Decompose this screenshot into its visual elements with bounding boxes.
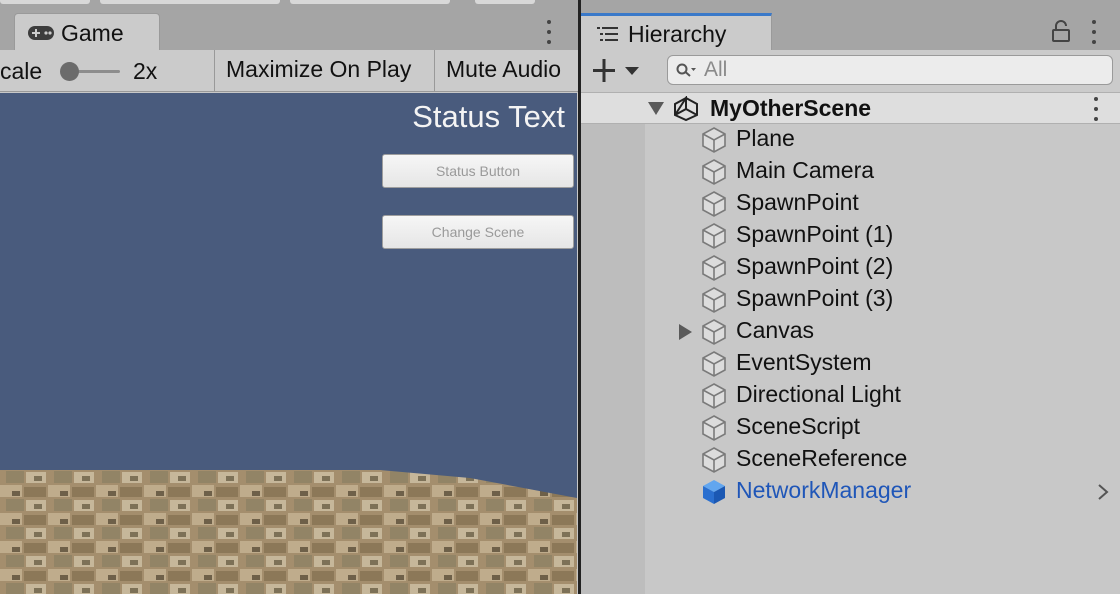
change-scene-button[interactable]: Change Scene <box>382 215 574 249</box>
hierarchy-item-label: Main Camera <box>736 157 875 183</box>
gameobject-icon <box>702 319 726 345</box>
tab-game[interactable]: Game <box>14 13 160 50</box>
hierarchy-item-label: SpawnPoint (1) <box>736 221 894 247</box>
gameobject-icon <box>702 351 726 377</box>
gamepad-icon <box>28 26 54 40</box>
scene-name: MyOtherScene <box>710 95 872 121</box>
game-panel: Game cale 2x Maximize On Play Mute Audio <box>0 0 578 594</box>
game-tab-bar: Game <box>0 0 578 50</box>
game-toolbar: cale 2x Maximize On Play Mute Audio <box>0 50 578 92</box>
game-view[interactable]: Status Text Status Button Change Scene <box>0 93 577 594</box>
list-icon <box>597 27 618 41</box>
collapse-arrow-icon[interactable] <box>648 102 664 115</box>
tab-edge <box>290 0 450 4</box>
tab-hierarchy-label: Hierarchy <box>628 21 727 47</box>
hierarchy-item-label: EventSystem <box>736 349 872 375</box>
status-button[interactable]: Status Button <box>382 154 574 188</box>
gameobject-icon <box>702 159 726 185</box>
hierarchy-tree: MyOtherScene Plane Main Camera SpawnPoint S… <box>581 92 1120 594</box>
scale-slider-handle[interactable] <box>60 62 79 81</box>
hierarchy-item[interactable]: SpawnPoint (3) <box>645 283 1120 315</box>
search-input[interactable] <box>704 58 1104 82</box>
gameobject-icon <box>702 223 726 249</box>
hierarchy-item[interactable]: SpawnPoint <box>645 187 1120 219</box>
maximize-on-play-toggle[interactable]: Maximize On Play <box>226 56 411 83</box>
hierarchy-item[interactable]: SpawnPoint (2) <box>645 251 1120 283</box>
hierarchy-item-label: Plane <box>736 125 795 151</box>
mute-audio-toggle[interactable]: Mute Audio <box>446 56 561 83</box>
hierarchy-item-label: SceneScript <box>736 413 861 439</box>
hierarchy-item[interactable]: Main Camera <box>645 155 1120 187</box>
toolbar-divider <box>434 50 435 92</box>
tab-game-label: Game <box>61 20 124 46</box>
hierarchy-item[interactable]: SpawnPoint (1) <box>645 219 1120 251</box>
hierarchy-item[interactable]: Canvas <box>645 315 1120 347</box>
expand-arrow-icon[interactable] <box>679 324 692 340</box>
toolbar-divider <box>214 50 215 92</box>
hierarchy-tab-bar: Hierarchy <box>581 0 1120 50</box>
chevron-right-icon[interactable] <box>1097 483 1109 501</box>
hierarchy-item-label: SpawnPoint (2) <box>736 253 894 279</box>
hierarchy-item[interactable]: Directional Light <box>645 379 1120 411</box>
hierarchy-item-label: NetworkManager <box>736 477 912 503</box>
game-panel-menu-icon[interactable] <box>546 20 552 44</box>
gameobject-icon <box>702 287 726 313</box>
gameobject-icon <box>702 383 726 409</box>
hierarchy-item[interactable]: Plane <box>645 123 1120 155</box>
hierarchy-toolbar <box>581 50 1120 92</box>
prefab-icon <box>703 480 725 504</box>
search-field[interactable] <box>667 55 1113 85</box>
unity-scene-icon <box>674 96 698 122</box>
tree-indent-gutter <box>581 124 645 594</box>
search-icon <box>676 63 696 77</box>
tab-edge <box>0 0 90 4</box>
hierarchy-item[interactable]: SceneReference <box>645 443 1120 475</box>
hierarchy-item[interactable]: SceneScript <box>645 411 1120 443</box>
status-text: Status Text <box>412 99 565 134</box>
hierarchy-panel-menu-icon[interactable] <box>1091 20 1097 44</box>
hierarchy-item[interactable]: EventSystem <box>645 347 1120 379</box>
scale-value: 2x <box>133 58 158 84</box>
scale-label: cale <box>0 58 43 84</box>
gameobject-icon <box>702 415 726 441</box>
hierarchy-item-label: SceneReference <box>736 445 908 471</box>
add-dropdown-button[interactable] <box>591 56 647 86</box>
gameobject-icon <box>702 191 726 217</box>
gameobject-icon <box>702 127 726 153</box>
scene-menu-icon[interactable] <box>1093 97 1099 121</box>
tab-hierarchy[interactable]: Hierarchy <box>581 13 772 50</box>
hierarchy-panel: Hierarchy All MyOtherScene Plane Main Ca… <box>581 0 1120 594</box>
lock-icon[interactable] <box>1052 20 1070 42</box>
hierarchy-item-label: SpawnPoint <box>736 189 859 215</box>
hierarchy-item-label: SpawnPoint (3) <box>736 285 894 311</box>
hierarchy-item-label: Directional Light <box>736 381 901 407</box>
tab-edge <box>100 0 280 4</box>
hierarchy-item-label: Canvas <box>736 317 814 343</box>
gameobject-icon <box>702 255 726 281</box>
gameobject-icon <box>702 447 726 473</box>
scene-header-row[interactable]: MyOtherScene <box>581 92 1120 124</box>
tab-edge <box>475 0 535 4</box>
hierarchy-item[interactable]: NetworkManager <box>645 475 1120 507</box>
